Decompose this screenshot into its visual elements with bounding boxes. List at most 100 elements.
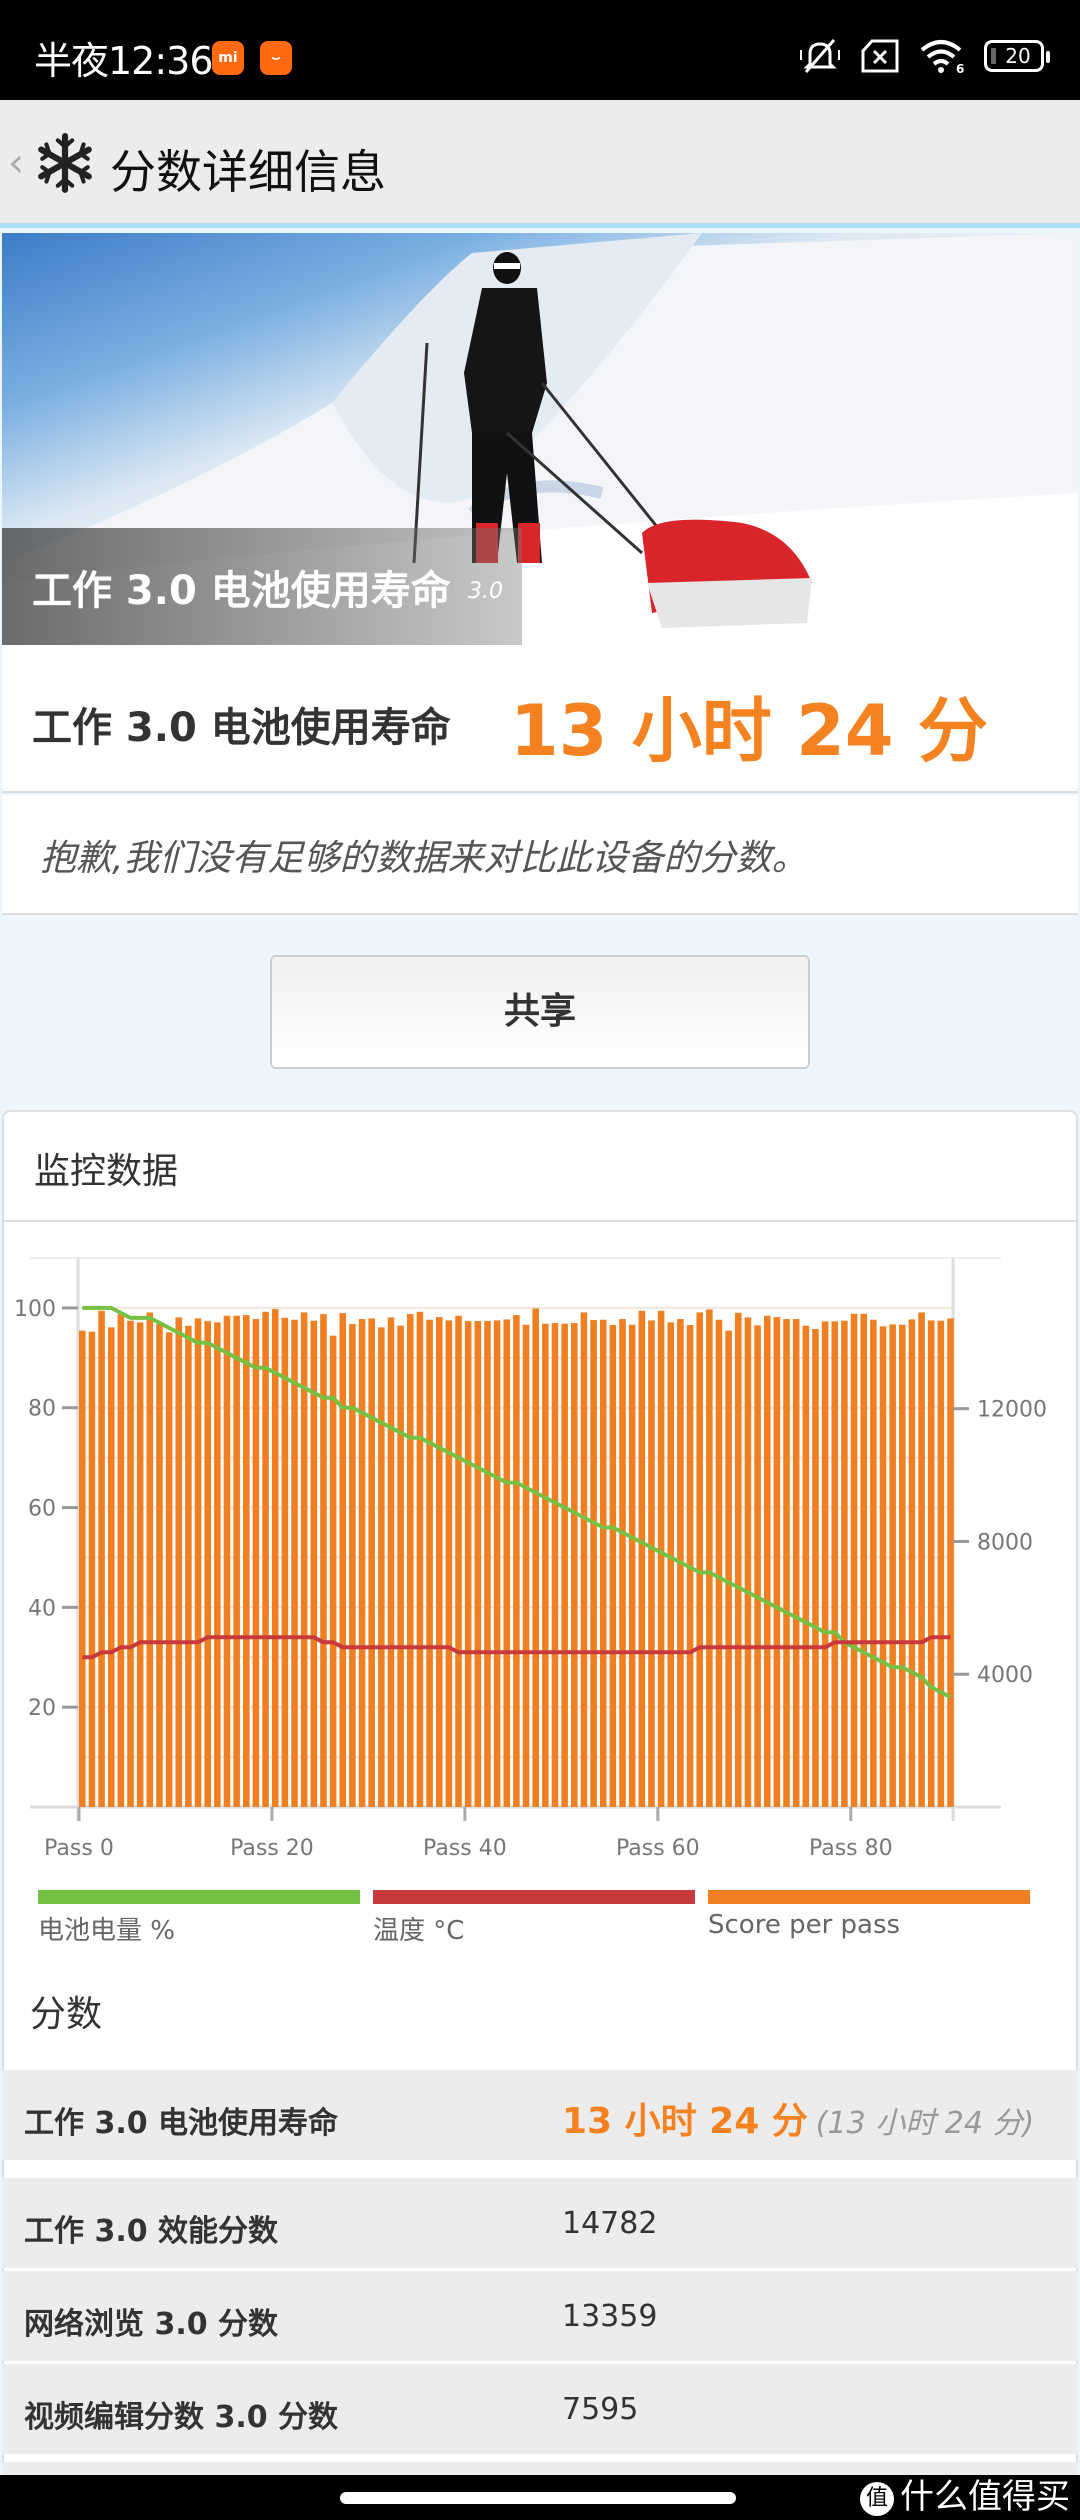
score-bar (88, 1331, 96, 1807)
score-label: 网络浏览 3.0 分数 (24, 2307, 279, 2342)
score-bar (194, 1318, 202, 1807)
score-value-main: 13 小时 24 分 (562, 2101, 808, 2142)
score-bar (908, 1319, 916, 1807)
score-bar (262, 1311, 269, 1807)
score-bar (339, 1313, 347, 1807)
score-bar (214, 1322, 221, 1807)
score-bar (79, 1330, 86, 1807)
watermark-logo-icon: 值 (860, 2481, 894, 2516)
y-right-tick-label: 12000 (977, 1398, 1047, 1423)
score-bar (638, 1310, 646, 1807)
mi-app-icon: mi (212, 41, 244, 75)
wifi-6-icon: 6 (920, 40, 964, 74)
x-tick-label: Pass 80 (809, 1836, 893, 1860)
y-left-tick-label: 20 (28, 1696, 56, 1721)
watermark-text: 什么值得买 (900, 2477, 1070, 2517)
y-left-tick-label: 80 (28, 1397, 56, 1422)
score-bar (551, 1323, 559, 1807)
legend-swatch-temperature (373, 1890, 695, 1904)
legend-item-battery: 电池电量 % (38, 1890, 360, 1950)
score-label: 视频编辑分数 3.0 分数 (24, 2400, 339, 2435)
legend-item-score: Score per pass (708, 1890, 1030, 1950)
score-bar (850, 1313, 858, 1807)
score-bar (387, 1317, 395, 1807)
score-bar (358, 1319, 366, 1807)
score-bar (455, 1315, 462, 1807)
legend-swatch-battery (38, 1890, 360, 1904)
mute-bell-icon (800, 39, 840, 73)
score-bar (628, 1324, 636, 1807)
score-bar (329, 1335, 337, 1807)
score-bar (243, 1315, 250, 1807)
snowflake-icon (38, 133, 92, 193)
score-bar (107, 1327, 115, 1807)
score-bar (435, 1317, 443, 1807)
score-bar (715, 1319, 723, 1807)
score-row: 网络浏览 3.0 分数 13359 (2, 2271, 1078, 2361)
score-row: 视频编辑分数 3.0 分数 7595 (2, 2364, 1078, 2454)
legend-swatch-score (708, 1890, 1030, 1904)
no-sim-icon (861, 39, 899, 73)
score-row: 工作 3.0 效能分数 14782 (2, 2178, 1078, 2268)
score-bar (378, 1327, 385, 1807)
score-bar (706, 1309, 713, 1807)
score-bar (821, 1321, 829, 1807)
score-bar (175, 1317, 183, 1807)
share-button[interactable]: 共享 (270, 955, 810, 1069)
page-title: 分数详细信息 (110, 145, 386, 199)
y-left-tick-label: 60 (28, 1497, 56, 1522)
score-bar (744, 1317, 752, 1807)
score-bar (899, 1324, 906, 1807)
back-icon[interactable]: ‹ (8, 140, 24, 186)
score-bar (426, 1319, 433, 1807)
score-row: 工作 3.0 电池使用寿命 13 小时 24 分 (13 小时 24 分) (2, 2070, 1078, 2160)
score-bar (513, 1315, 520, 1807)
score-bar (204, 1321, 211, 1807)
x-tick-label: Pass 20 (230, 1836, 314, 1860)
app-header: ‹ 分数详细信息 (0, 100, 1080, 228)
score-bar (571, 1323, 578, 1807)
result-value: 13 小时 24 分 (510, 690, 988, 772)
battery-level: 20 (1005, 44, 1031, 68)
score-bar (763, 1315, 771, 1807)
score-bar (918, 1312, 925, 1807)
result-card: 工作 3.0 电池使用寿命 13 小时 24 分 (2, 645, 1078, 793)
score-bar (349, 1324, 356, 1807)
y-right-tick-label: 8000 (977, 1530, 1033, 1555)
status-time: 半夜12:36 (34, 39, 214, 83)
score-bar (831, 1321, 839, 1807)
score-bar (841, 1320, 848, 1807)
score-bar (879, 1326, 887, 1807)
score-bar (590, 1320, 597, 1807)
comparison-note-card: 抱歉,我们没有足够的数据来对比此设备的分数。 (2, 795, 1078, 915)
score-bar (252, 1319, 260, 1807)
battery-icon: 20 (984, 40, 1050, 72)
y-right-tick-label: 4000 (977, 1663, 1033, 1688)
score-bar (397, 1325, 404, 1807)
score-bar (580, 1312, 588, 1807)
score-bar (889, 1324, 896, 1807)
score-bar (484, 1321, 491, 1807)
monitoring-chart: 20 40 60 80 100 4000 8000 12000 Pass 0 Pass 20 Pas… (14, 1257, 1047, 1860)
score-bar (98, 1310, 105, 1807)
score-value: 14782 (562, 2206, 658, 2241)
score-bar (783, 1319, 790, 1807)
score-bar (870, 1319, 877, 1807)
legend-label-battery: 电池电量 % (38, 1916, 175, 1946)
score-value: 7595 (562, 2392, 639, 2427)
score-value: 13 小时 24 分 (13 小时 24 分) (562, 2092, 1034, 2144)
score-bar (407, 1314, 414, 1807)
comparison-note: 抱歉,我们没有足够的数据来对比此设备的分数。 (40, 838, 808, 879)
score-bar (185, 1325, 192, 1807)
score-bar (464, 1321, 472, 1807)
hero-banner: 工作 3.0 电池使用寿命 3.0 (2, 233, 1078, 645)
score-bar (696, 1312, 703, 1807)
hero-version: 3.0 (468, 579, 503, 604)
score-bar (947, 1318, 954, 1807)
home-indicator[interactable] (340, 2492, 736, 2504)
score-bar (291, 1319, 298, 1807)
score-bar (532, 1308, 539, 1807)
result-label: 工作 3.0 电池使用寿命 (32, 705, 451, 751)
score-bar (812, 1329, 819, 1807)
score-bar (416, 1311, 424, 1807)
